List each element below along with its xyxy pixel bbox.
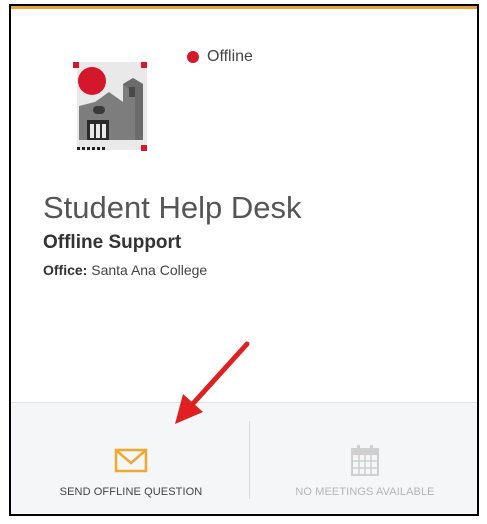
action-bar: SEND OFFLINE QUESTION NO MEETINGS AVAILA…	[11, 402, 477, 514]
top-accent-bar	[11, 6, 477, 9]
no-meetings-label: NO MEETINGS AVAILABLE	[295, 486, 435, 498]
desk-subtitle: Offline Support	[43, 232, 182, 253]
offline-dot-icon	[187, 51, 199, 63]
status-indicator: Offline	[187, 48, 253, 66]
action-divider	[249, 421, 250, 499]
college-building-logo	[73, 62, 147, 151]
no-meetings-button: NO MEETINGS AVAILABLE	[251, 403, 479, 514]
help-desk-card: Offline Student Help Desk Offline Suppor…	[9, 4, 479, 516]
desk-title: Student Help Desk	[43, 190, 302, 225]
envelope-icon	[114, 448, 148, 473]
status-label: Offline	[207, 48, 253, 65]
calendar-icon	[351, 445, 379, 476]
office-line: Office: Santa Ana College	[43, 262, 207, 278]
send-offline-question-label: SEND OFFLINE QUESTION	[59, 486, 203, 498]
send-offline-question-button[interactable]: SEND OFFLINE QUESTION	[11, 403, 251, 514]
office-value: Santa Ana College	[91, 262, 208, 278]
office-label: Office:	[43, 262, 88, 278]
